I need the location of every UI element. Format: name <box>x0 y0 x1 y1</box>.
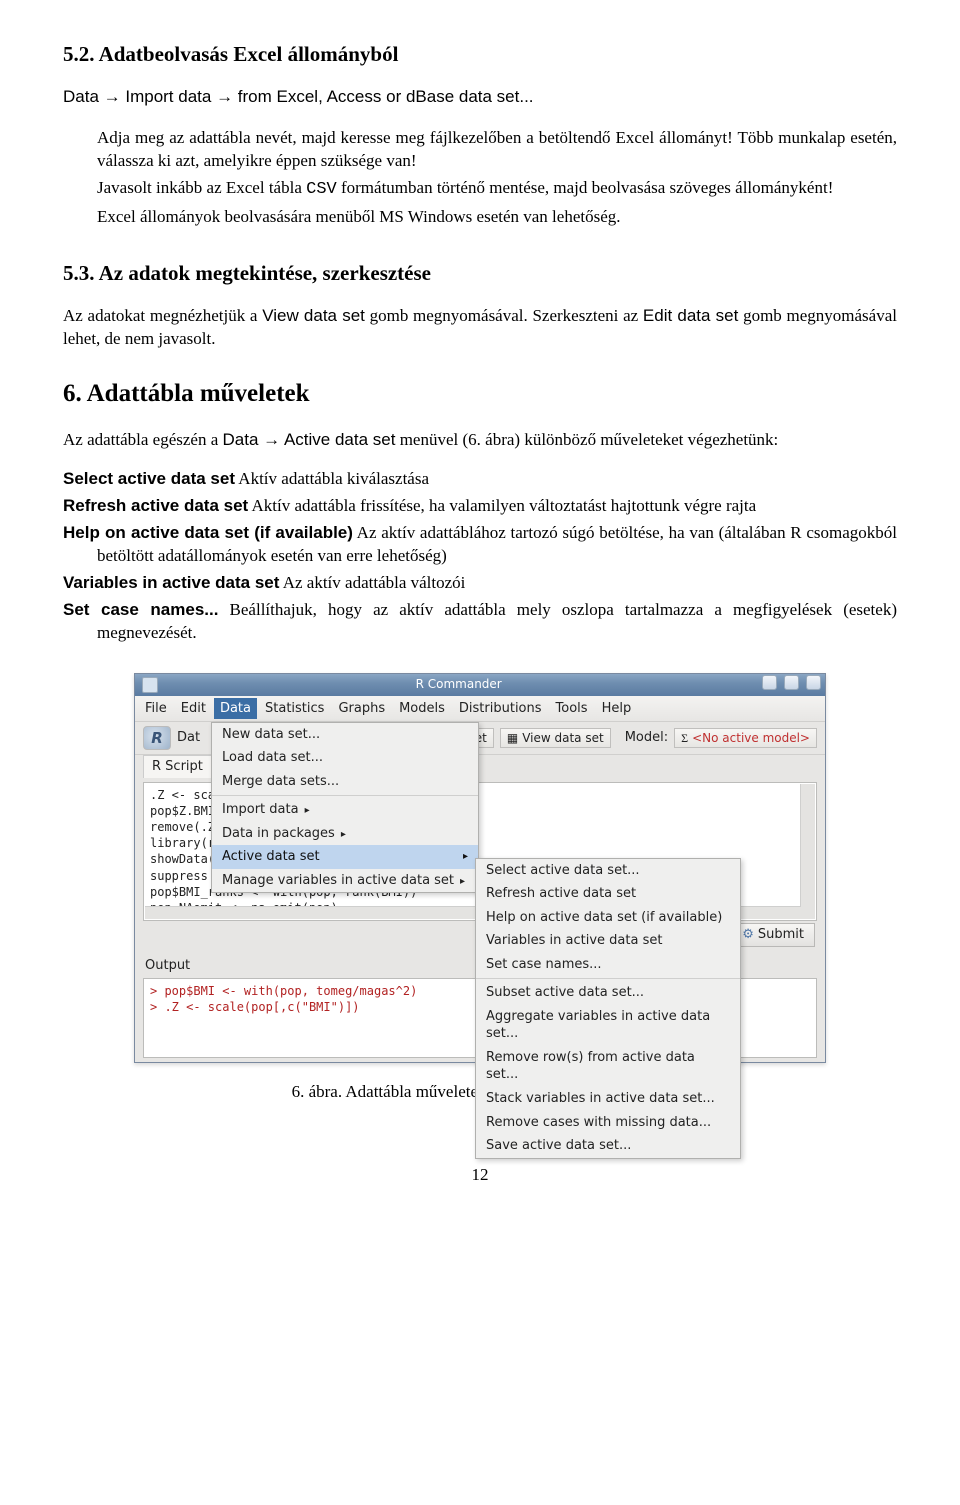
view-data-set-label: View data set <box>262 306 365 325</box>
submenu-stack-vars[interactable]: Stack variables in active data set... <box>476 1087 740 1111</box>
active-data-set-submenu: Select active data set... Refresh active… <box>475 858 741 1159</box>
desc: Az aktív adattábla változói <box>279 573 465 592</box>
desc: Aktív adattábla frissítése, ha valamilye… <box>248 496 756 515</box>
model-button[interactable]: Σ <No active model> <box>674 728 817 748</box>
close-icon[interactable] <box>806 675 821 690</box>
def-refresh-active: Refresh active data set Aktív adattábla … <box>63 495 897 518</box>
txt: gomb megnyomásával. Szerkeszteni az <box>365 306 643 325</box>
menu-path-6: Data → Active data set <box>223 430 396 449</box>
toolbar-data-label: Dat <box>177 729 200 747</box>
para-5-2-1: Adja meg az adattábla nevét, majd keress… <box>97 127 897 173</box>
menu-graphs[interactable]: Graphs <box>338 700 385 718</box>
figure-6: R Commander File Edit Data Statistics Gr… <box>63 673 897 1105</box>
window-icon <box>142 677 158 693</box>
sigma-icon: Σ <box>681 730 688 746</box>
caption-text: 6. ábra. Adattábla műveletek: <box>292 1082 496 1101</box>
menu-statistics[interactable]: Statistics <box>265 700 324 718</box>
nav-path-5-2: Data → Import data → from Excel, Access … <box>63 86 897 109</box>
submenu-variables-active[interactable]: Variables in active data set <box>476 929 740 953</box>
grid-icon: ▦ <box>507 730 518 746</box>
submenu-select-active[interactable]: Select active data set... <box>476 859 740 883</box>
menu-data-in-packages[interactable]: Data in packages <box>212 822 478 846</box>
para-5-2-2: Javasolt inkább az Excel tábla CSV formá… <box>97 177 897 202</box>
menu-new-data-set[interactable]: New data set... <box>212 723 478 747</box>
submenu-remove-rows[interactable]: Remove row(s) from active data set... <box>476 1046 740 1087</box>
para-5-2-3: Excel állományok beolvasására menüből MS… <box>97 206 897 229</box>
menu-models[interactable]: Models <box>399 700 445 718</box>
para-6-1: Az adattábla egészén a Data → Active dat… <box>63 429 897 452</box>
def-help-active: Help on active data set (if available) A… <box>63 522 897 568</box>
no-active-model: <No active model> <box>692 730 810 746</box>
submenu-set-case-names[interactable]: Set case names... <box>476 953 740 977</box>
submit-button[interactable]: ⚙ Submit <box>731 923 815 947</box>
para-5-3-1: Az adatokat megnézhetjük a View data set… <box>63 305 897 351</box>
submenu-aggregate[interactable]: Aggregate variables in active data set..… <box>476 1005 740 1046</box>
def-variables-active: Variables in active data set Az aktív ad… <box>63 572 897 595</box>
term: Set case names... <box>63 600 218 619</box>
menubar: File Edit Data Statistics Graphs Models … <box>135 696 825 723</box>
submenu-save-active[interactable]: Save active data set... <box>476 1134 740 1158</box>
submenu-subset[interactable]: Subset active data set... <box>476 981 740 1005</box>
submenu-refresh-active[interactable]: Refresh active data set <box>476 882 740 906</box>
txt: Az adatokat megnézhetjük a <box>63 306 262 325</box>
section-5-3-title: 5.3. Az adatok megtekintése, szerkesztés… <box>63 259 897 287</box>
menu-active-data-set[interactable]: Active data set <box>212 845 478 869</box>
r-logo-icon: R <box>143 726 171 750</box>
view-data-set-button[interactable]: ▦ View data set <box>500 728 611 748</box>
desc: Aktív adattábla kiválasztása <box>235 469 429 488</box>
gear-icon: ⚙ <box>742 926 754 944</box>
def-select-active: Select active data set Aktív adattábla k… <box>63 468 897 491</box>
txt: Az adattábla egészén a <box>63 430 223 449</box>
para-5-2-2b: formátumban történő mentése, majd beolva… <box>337 178 834 197</box>
submenu-help-active[interactable]: Help on active data set (if available) <box>476 906 740 930</box>
maximize-icon[interactable] <box>784 675 799 690</box>
menu-distributions[interactable]: Distributions <box>459 700 542 718</box>
label: View data set <box>522 730 603 746</box>
term: Variables in active data set <box>63 573 279 592</box>
data-menu-dropdown: New data set... Load data set... Merge d… <box>211 722 479 894</box>
menu-data[interactable]: Data <box>214 698 257 720</box>
model-label: Model: <box>625 729 668 747</box>
window-title: R Commander <box>158 676 759 692</box>
term: Refresh active data set <box>63 496 248 515</box>
edit-data-set-label: Edit data set <box>643 306 738 325</box>
menu-separator <box>212 795 478 796</box>
code-csv: CSV <box>306 180 337 199</box>
menu-merge-data-sets[interactable]: Merge data sets... <box>212 770 478 794</box>
minimize-icon[interactable] <box>762 675 777 690</box>
label: Active data set <box>222 848 320 866</box>
titlebar: R Commander <box>135 674 825 696</box>
menu-edit[interactable]: Edit <box>181 700 206 718</box>
txt: menüvel (6. ábra) különböző műveleteket … <box>395 430 778 449</box>
menu-load-data-set[interactable]: Load data set... <box>212 746 478 770</box>
menu-file[interactable]: File <box>145 700 167 718</box>
label: Submit <box>758 926 804 944</box>
submenu-separator <box>476 978 740 979</box>
menu-tools[interactable]: Tools <box>556 700 588 718</box>
para-5-2-2a: Javasolt inkább az Excel tábla <box>97 178 306 197</box>
term: Help on active data set (if available) <box>63 523 353 542</box>
section-5-2-title: 5.2. Adatbeolvasás Excel állományból <box>63 40 897 68</box>
menu-import-data[interactable]: Import data <box>212 798 478 822</box>
tab-r-script[interactable]: R Script <box>143 755 212 778</box>
page-number: 12 <box>63 1164 897 1187</box>
menu-help[interactable]: Help <box>602 700 632 718</box>
section-6-title: 6. Adattábla műveletek <box>63 377 897 411</box>
scrollbar-v-icon[interactable] <box>800 784 815 920</box>
term: Select active data set <box>63 469 235 488</box>
submenu-remove-missing[interactable]: Remove cases with missing data... <box>476 1111 740 1135</box>
def-set-case-names: Set case names... Beállíthajuk, hogy az … <box>63 599 897 645</box>
definition-list-6: Select active data set Aktív adattábla k… <box>63 468 897 645</box>
menu-manage-variables[interactable]: Manage variables in active data set <box>212 869 478 893</box>
r-commander-window: R Commander File Edit Data Statistics Gr… <box>134 673 826 1064</box>
